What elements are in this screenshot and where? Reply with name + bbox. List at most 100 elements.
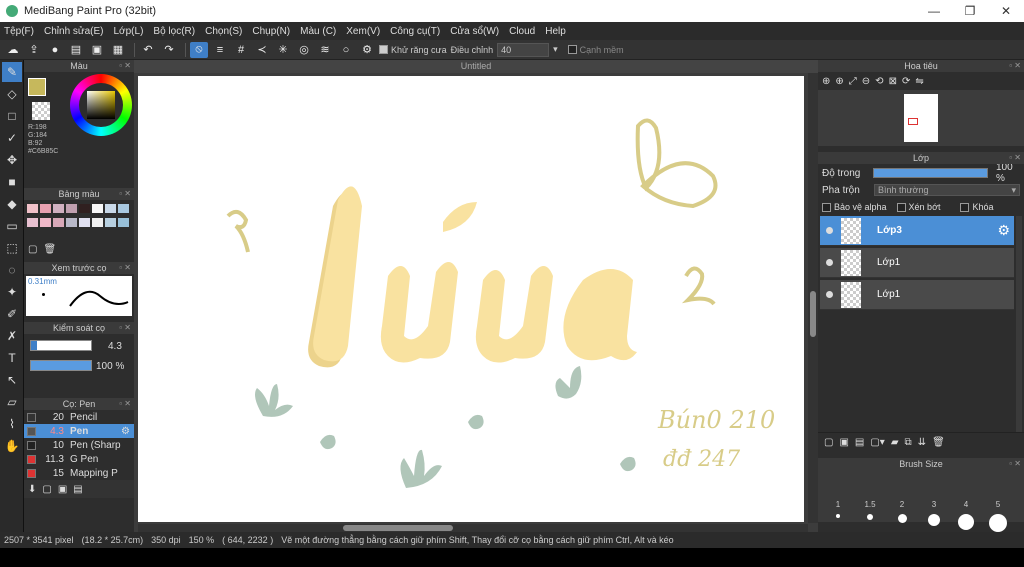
minimize-button[interactable]: —: [916, 0, 952, 22]
text-tool-icon[interactable]: T: [2, 348, 22, 368]
rotate-right-icon[interactable]: ⟳: [902, 76, 910, 87]
rotate-left-icon[interactable]: ⟲: [875, 76, 883, 87]
menu-window[interactable]: Cửa sổ(W): [450, 26, 499, 37]
menu-cloud[interactable]: Cloud: [509, 26, 535, 37]
ellipse-snap-icon[interactable]: ○: [337, 42, 355, 58]
zoom-in-alt-icon[interactable]: ⊕: [835, 76, 843, 87]
brush-size-3[interactable]: 3: [918, 500, 950, 509]
curve-snap-icon[interactable]: ≋: [316, 42, 334, 58]
fill-rect-icon[interactable]: ■: [2, 172, 22, 192]
folder-icon[interactable]: ▰: [891, 437, 899, 448]
brush-list-item[interactable]: 15 Mapping P: [24, 466, 134, 480]
color-wheel[interactable]: [70, 74, 132, 136]
menu-view[interactable]: Xem(V): [346, 26, 380, 37]
antialias-checkbox[interactable]: [379, 45, 388, 54]
clipping-checkbox[interactable]: [896, 202, 906, 212]
palette-swatch[interactable]: [53, 204, 64, 213]
brush-size-1-5[interactable]: 1.5: [854, 500, 886, 509]
new-halftone-layer-icon[interactable]: ▣: [839, 437, 848, 448]
menu-color[interactable]: Màu (C): [300, 26, 336, 37]
brush-size-5[interactable]: 5: [982, 500, 1014, 509]
menu-tools[interactable]: Công cụ(T): [390, 26, 440, 37]
grid-icon[interactable]: ▦: [109, 42, 127, 58]
divide-tool-icon[interactable]: ▱: [2, 392, 22, 412]
visibility-icon[interactable]: [826, 259, 833, 266]
dot-tool-icon[interactable]: □: [2, 106, 22, 126]
layer-row[interactable]: Lớp3 ⚙: [820, 216, 1014, 246]
cloud-icon[interactable]: ☁: [4, 42, 22, 58]
new-layer-icon[interactable]: ▢: [824, 437, 833, 448]
palette-swatch[interactable]: [27, 218, 38, 227]
document-icon[interactable]: ▤: [67, 42, 85, 58]
menu-layer[interactable]: Lớp(L): [114, 26, 144, 37]
menu-edit[interactable]: Chỉnh sửa(E): [44, 26, 104, 37]
brush-list-item[interactable]: 11.3 G Pen: [24, 452, 134, 466]
layer-row[interactable]: Lớp1: [820, 248, 1014, 278]
flip-icon[interactable]: ⇋: [915, 76, 923, 87]
brush-size-1[interactable]: 1: [822, 500, 854, 509]
palette-swatch[interactable]: [79, 204, 90, 213]
visibility-icon[interactable]: [826, 291, 833, 298]
parallel-snap-icon[interactable]: ≡: [211, 42, 229, 58]
palette-swatch[interactable]: [105, 204, 116, 213]
palette-swatch[interactable]: [118, 204, 129, 213]
trash-icon[interactable]: 🗑: [43, 244, 56, 255]
palette-swatch[interactable]: [118, 218, 129, 227]
brush-list-item[interactable]: 20 Pencil: [24, 410, 134, 424]
soft-edge-checkbox[interactable]: [567, 45, 577, 54]
dropdown-arrow-icon[interactable]: ▾: [553, 44, 558, 55]
lasso-tool-icon[interactable]: ◌: [2, 260, 22, 280]
add-layer-dropdown-icon[interactable]: ▢▾: [870, 437, 884, 448]
palette-swatch[interactable]: [53, 218, 64, 227]
eyedropper-tool-icon[interactable]: ⌇: [2, 414, 22, 434]
gradient-tool-icon[interactable]: ▭: [2, 216, 22, 236]
brush-list-item[interactable]: 4.3 Pen ⚙: [24, 424, 134, 438]
menu-select[interactable]: Chọn(S): [205, 26, 242, 37]
bucket-tool-icon[interactable]: ◆: [2, 194, 22, 214]
palette-swatch[interactable]: [66, 218, 77, 227]
brush-size-slider[interactable]: [30, 340, 92, 351]
palette-swatch[interactable]: [92, 204, 103, 213]
add-brush-icon[interactable]: ▢: [42, 484, 51, 495]
palette-swatch[interactable]: [79, 218, 90, 227]
upload-icon[interactable]: ⇪: [25, 42, 43, 58]
circle-snap-icon[interactable]: ◎: [295, 42, 313, 58]
vertical-scrollbar[interactable]: [808, 73, 818, 523]
comment-icon[interactable]: ●: [46, 42, 64, 58]
magic-wand-icon[interactable]: ✦: [2, 282, 22, 302]
lock-checkbox[interactable]: [960, 202, 970, 212]
brush-settings-icon[interactable]: ▣: [58, 484, 67, 495]
redo-icon[interactable]: ↷: [160, 42, 178, 58]
palette-swatch[interactable]: [40, 204, 51, 213]
save-icon[interactable]: ▣: [88, 42, 106, 58]
new-8bit-layer-icon[interactable]: ▤: [855, 437, 864, 448]
cross-snap-icon[interactable]: #: [232, 42, 250, 58]
brush-size-4[interactable]: 4: [950, 500, 982, 509]
snap-off-icon[interactable]: ⦸: [190, 41, 208, 58]
layer-settings-gear-icon[interactable]: ⚙: [997, 222, 1010, 239]
vanish-snap-icon[interactable]: ≺: [253, 42, 271, 58]
restore-button[interactable]: ❐: [952, 0, 988, 22]
zoom-out-icon[interactable]: ⊖: [862, 76, 870, 87]
layer-row[interactable]: Lớp1: [820, 280, 1014, 310]
new-palette-icon[interactable]: ▢: [28, 244, 37, 255]
palette-swatch[interactable]: [27, 204, 38, 213]
saturation-square[interactable]: [87, 91, 115, 119]
menu-help[interactable]: Help: [545, 26, 566, 37]
canvas[interactable]: Bún0 210 đđ 247: [138, 76, 804, 522]
radial-snap-icon[interactable]: ✳: [274, 42, 292, 58]
menu-filter[interactable]: Bộ lọc(R): [153, 26, 195, 37]
palette-swatch[interactable]: [66, 204, 77, 213]
layer-scrollbar[interactable]: [1016, 216, 1022, 432]
select-tool-icon[interactable]: ⬚: [2, 238, 22, 258]
zoom-in-icon[interactable]: ⊕: [822, 76, 830, 87]
move-tool-icon[interactable]: ✥: [2, 150, 22, 170]
hand-tool-icon[interactable]: ✋: [2, 436, 22, 456]
duplicate-layer-icon[interactable]: ⧉: [905, 437, 912, 448]
horizontal-scrollbar[interactable]: [138, 524, 808, 532]
gear-icon[interactable]: ⚙: [358, 42, 376, 58]
select-pen-icon[interactable]: ✓: [2, 128, 22, 148]
fit-icon[interactable]: ⤢: [849, 76, 857, 87]
blend-mode-select[interactable]: Bình thường ▾: [874, 184, 1020, 196]
menu-file[interactable]: Tệp(F): [4, 26, 34, 37]
